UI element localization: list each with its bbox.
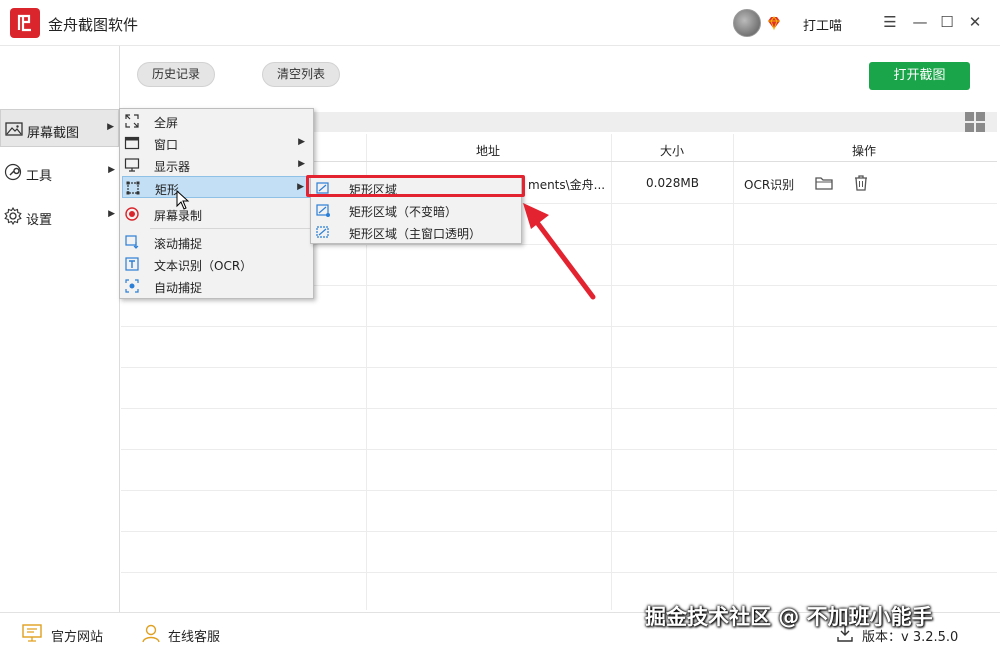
menu-item-label: 全屏 bbox=[154, 116, 179, 130]
chevron-right-icon: ▶ bbox=[108, 209, 115, 219]
table-row bbox=[121, 367, 997, 368]
chevron-right-icon: ▶ bbox=[298, 137, 305, 147]
app-logo-icon bbox=[10, 8, 40, 38]
monitor-icon bbox=[124, 158, 140, 172]
screenshot-menu: 全屏 窗口 ▶ 显示器 ▶ 矩形 ▶ 屏幕录制 滚动捕捉 文本识别（OCR） 自… bbox=[119, 108, 314, 299]
fullscreen-icon bbox=[125, 114, 139, 128]
open-screenshot-button[interactable]: 打开截图 bbox=[869, 62, 970, 90]
submenu-item-rect-region-bright[interactable]: 矩形区域（不变暗） bbox=[313, 199, 519, 221]
ocr-button[interactable]: OCR识别 bbox=[744, 176, 794, 193]
grid-view-icon[interactable] bbox=[964, 111, 986, 133]
menu-item-label: 窗口 bbox=[154, 138, 179, 152]
menu-separator bbox=[150, 228, 310, 229]
table-row bbox=[121, 531, 997, 532]
scroll-capture-icon bbox=[125, 235, 139, 249]
rect-region-bright-icon bbox=[316, 204, 330, 217]
vip-diamond-icon bbox=[768, 16, 780, 31]
menu-item-ocr[interactable]: 文本识别（OCR） bbox=[122, 253, 311, 275]
menu-item-label: 矩形区域（不变暗） bbox=[349, 205, 458, 219]
table-row bbox=[121, 490, 997, 491]
website-link[interactable]: 官方网站 bbox=[51, 626, 103, 645]
minimize-icon[interactable]: — bbox=[909, 11, 931, 33]
auto-capture-icon bbox=[125, 279, 139, 293]
chevron-right-icon: ▶ bbox=[107, 122, 114, 132]
record-icon bbox=[125, 207, 139, 221]
window-icon bbox=[124, 136, 140, 150]
menu-item-screen-record[interactable]: 屏幕录制 bbox=[122, 203, 311, 225]
username[interactable]: 打工喵 bbox=[803, 15, 842, 34]
website-icon[interactable] bbox=[22, 623, 42, 643]
menu-item-rectangle[interactable]: 矩形 ▶ bbox=[122, 176, 311, 198]
sidebar: 屏幕截图 ▶ 工具 ▶ 设置 ▶ bbox=[0, 46, 120, 612]
trash-icon[interactable] bbox=[852, 174, 870, 192]
menu-item-label: 滚动捕捉 bbox=[154, 237, 203, 251]
column-divider bbox=[611, 134, 612, 610]
table-row bbox=[121, 408, 997, 409]
menu-icon[interactable]: ☰ bbox=[879, 11, 901, 33]
sidebar-item-settings[interactable]: 设置 ▶ bbox=[0, 197, 119, 235]
menu-item-label: 文本识别（OCR） bbox=[154, 259, 253, 273]
chevron-right-icon: ▶ bbox=[108, 165, 115, 175]
title-bar: 金舟截图软件 打工喵 ☰ — ☐ ✕ bbox=[0, 0, 1000, 46]
rectangle-icon bbox=[126, 181, 140, 195]
watermark: 掘金技术社区 @ 不加班小能手 bbox=[645, 605, 933, 629]
menu-item-label: 矩形区域（主窗口透明） bbox=[349, 227, 482, 241]
column-header-size[interactable]: 大小 bbox=[660, 142, 684, 159]
sidebar-item-screenshot[interactable]: 屏幕截图 ▶ bbox=[0, 109, 119, 147]
menu-item-fullscreen[interactable]: 全屏 bbox=[122, 110, 311, 132]
sidebar-item-label: 设置 bbox=[26, 213, 53, 228]
close-icon[interactable]: ✕ bbox=[964, 11, 986, 33]
app-title: 金舟截图软件 bbox=[48, 16, 139, 34]
gear-icon bbox=[4, 207, 22, 225]
sidebar-item-label: 工具 bbox=[26, 169, 53, 184]
table-row bbox=[121, 572, 997, 573]
menu-item-label: 自动捕捉 bbox=[154, 281, 203, 295]
clear-list-button[interactable]: 清空列表 bbox=[262, 62, 341, 87]
annotation-highlight-box bbox=[306, 175, 525, 197]
menu-item-monitor[interactable]: 显示器 ▶ bbox=[122, 154, 311, 176]
column-divider bbox=[733, 134, 734, 610]
ocr-icon bbox=[125, 257, 139, 271]
column-header-actions[interactable]: 操作 bbox=[852, 142, 876, 159]
rect-region-transparent-icon bbox=[316, 226, 329, 238]
folder-icon[interactable] bbox=[815, 174, 833, 192]
menu-item-auto-capture[interactable]: 自动捕捉 bbox=[122, 275, 311, 297]
menu-item-label: 显示器 bbox=[154, 160, 191, 174]
table-row bbox=[121, 449, 997, 450]
sidebar-item-tools[interactable]: 工具 ▶ bbox=[0, 153, 119, 191]
row-size: 0.028MB bbox=[646, 176, 699, 190]
history-button[interactable]: 历史记录 bbox=[137, 62, 216, 87]
support-icon[interactable] bbox=[141, 623, 161, 643]
chevron-right-icon: ▶ bbox=[298, 159, 305, 169]
column-header-address[interactable]: 地址 bbox=[476, 142, 500, 159]
menu-item-window[interactable]: 窗口 ▶ bbox=[122, 132, 311, 154]
maximize-icon[interactable]: ☐ bbox=[936, 11, 958, 33]
image-icon bbox=[5, 122, 23, 136]
sidebar-item-label: 屏幕截图 bbox=[27, 126, 80, 141]
support-link[interactable]: 在线客服 bbox=[168, 626, 220, 645]
row-address: ments\金舟... bbox=[528, 178, 606, 192]
mouse-cursor-icon bbox=[176, 190, 190, 210]
wrench-icon bbox=[4, 163, 22, 181]
chevron-right-icon: ▶ bbox=[297, 182, 304, 192]
avatar[interactable] bbox=[733, 9, 761, 37]
annotation-arrow-icon bbox=[523, 203, 596, 300]
table-row bbox=[121, 326, 997, 327]
menu-item-scroll-capture[interactable]: 滚动捕捉 bbox=[122, 231, 311, 253]
submenu-item-rect-region-transparent[interactable]: 矩形区域（主窗口透明） bbox=[313, 221, 519, 243]
